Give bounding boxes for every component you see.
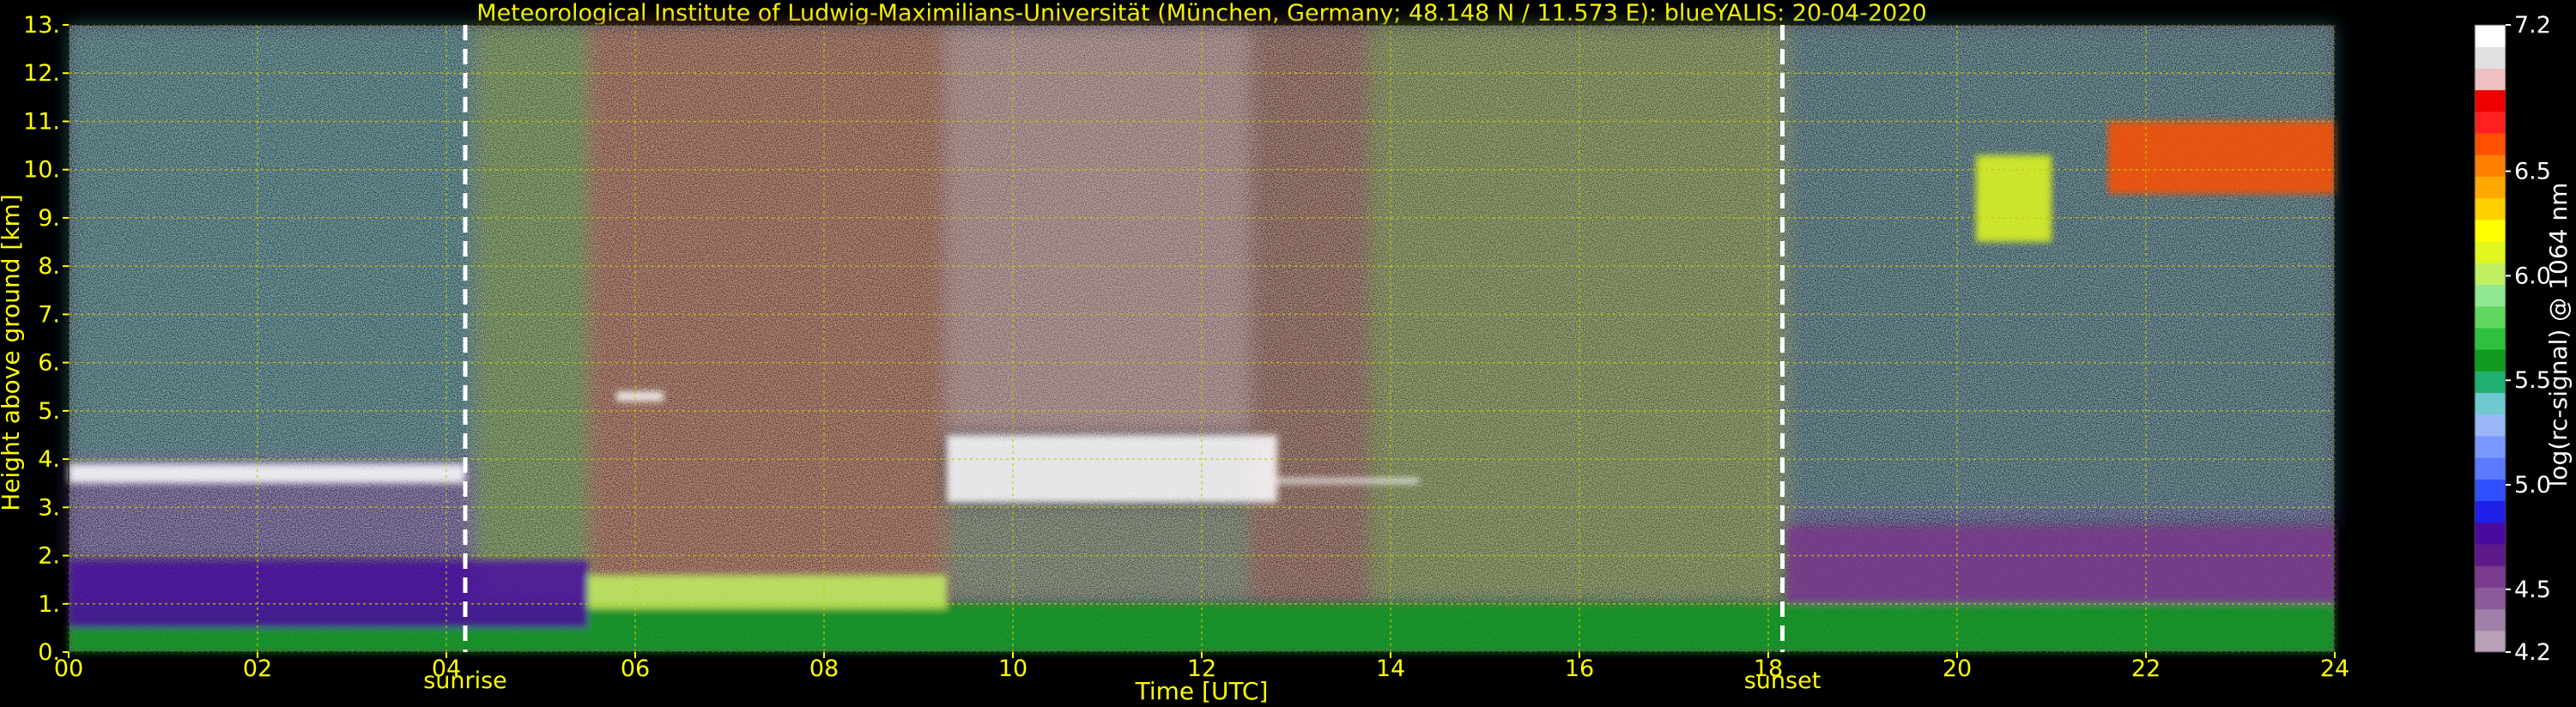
colorbar-swatch	[2475, 263, 2506, 285]
colorbar-swatch	[2475, 587, 2506, 610]
colorbar-swatch	[2475, 46, 2506, 69]
colorbar-swatch	[2475, 522, 2506, 545]
y-tick-label: 10.	[23, 157, 60, 184]
x-tick-label: 10	[998, 656, 1027, 682]
y-tick-label: 7.	[38, 301, 60, 328]
colorbar-label: log(rc-signal) @ 1064 nm	[2544, 183, 2573, 487]
feature-thin-cloud-line	[1277, 478, 1419, 484]
colorbar-swatch	[2475, 197, 2506, 221]
colorbar-tick-label: 6.5	[2514, 159, 2551, 185]
colorbar-swatch	[2475, 89, 2506, 112]
y-tick-label: 0.	[38, 639, 60, 666]
feature-residual-layer	[69, 560, 588, 628]
colorbar-swatch	[2475, 479, 2506, 502]
colorbar-swatch	[2475, 133, 2506, 155]
y-tick-label: 12.	[23, 60, 60, 87]
feature-cloud	[947, 434, 1277, 503]
colorbar: 4.24.55.05.56.06.57.2	[2474, 12, 2551, 666]
feature-evening-residual-layer	[1787, 526, 2335, 604]
y-tick-label: 3.	[38, 494, 60, 521]
y-tick-label: 6.	[38, 350, 60, 377]
colorbar-swatch	[2475, 435, 2506, 458]
x-tick-label: 04	[432, 656, 461, 682]
y-tick-label: 9.	[38, 205, 60, 232]
x-tick-label: 06	[621, 656, 650, 682]
colorbar-swatch	[2475, 327, 2506, 350]
colorbar-swatch	[2475, 414, 2506, 437]
colorbar-swatch	[2475, 349, 2506, 372]
colorbar-swatch	[2475, 111, 2506, 134]
x-tick-label: 18	[1754, 656, 1783, 682]
y-tick-label: 8.	[38, 253, 60, 280]
lidar-chart: Meteorological Institute of Ludwig-Maxim…	[0, 0, 2573, 705]
colorbar-swatch	[2475, 630, 2506, 653]
colorbar-swatch	[2475, 608, 2506, 631]
colorbar-swatch	[2475, 543, 2506, 566]
x-tick-label: 20	[1943, 656, 1972, 682]
y-axis-label: Height above ground [km]	[0, 194, 25, 511]
colorbar-swatch	[2475, 241, 2506, 263]
x-tick-label: 22	[2131, 656, 2161, 682]
colorbar-swatch	[2475, 25, 2506, 47]
colorbar-swatch	[2475, 68, 2506, 91]
colorbar-swatch	[2475, 305, 2506, 329]
colorbar-swatch	[2475, 219, 2506, 242]
x-tick-label: 24	[2320, 656, 2349, 682]
colorbar-swatch	[2475, 371, 2506, 394]
colorbar-tick-label: 4.5	[2514, 577, 2551, 603]
x-axis-label: Time [UTC]	[1135, 677, 1269, 705]
y-tick-label: 2.	[38, 543, 60, 570]
feature-cloud	[69, 463, 465, 484]
feature-cloud	[616, 391, 664, 402]
x-tick-label: 08	[809, 656, 839, 682]
x-tick-label: 14	[1376, 656, 1405, 682]
colorbar-swatch	[2475, 176, 2506, 199]
y-axis-ticks: 0. 1. 2. 3. 4. 5. 6. 7. 8. 9. 10. 11. 12. 13.	[23, 12, 69, 666]
colorbar-swatch	[2475, 392, 2506, 415]
feature-cirrus	[2108, 121, 2335, 194]
x-tick-label: 16	[1565, 656, 1594, 682]
y-tick-label: 13.	[23, 12, 60, 39]
colorbar-tick-label: 4.2	[2514, 639, 2551, 666]
x-tick-label: 02	[243, 656, 272, 682]
y-tick-label: 1.	[38, 591, 60, 618]
colorbar-swatch	[2475, 284, 2506, 307]
colorbar-swatch	[2475, 154, 2506, 177]
feature-cirrus	[1976, 154, 2052, 243]
y-tick-label: 11.	[23, 108, 60, 135]
colorbar-tick-label: 7.2	[2514, 12, 2551, 39]
y-tick-label: 4.	[38, 446, 60, 473]
colorbar-swatch	[2475, 457, 2506, 480]
chart-title: Meteorological Institute of Ludwig-Maxim…	[476, 0, 1926, 27]
colorbar-swatch	[2475, 500, 2506, 523]
colorbar-swatch	[2475, 565, 2506, 588]
y-tick-label: 5.	[38, 398, 60, 425]
